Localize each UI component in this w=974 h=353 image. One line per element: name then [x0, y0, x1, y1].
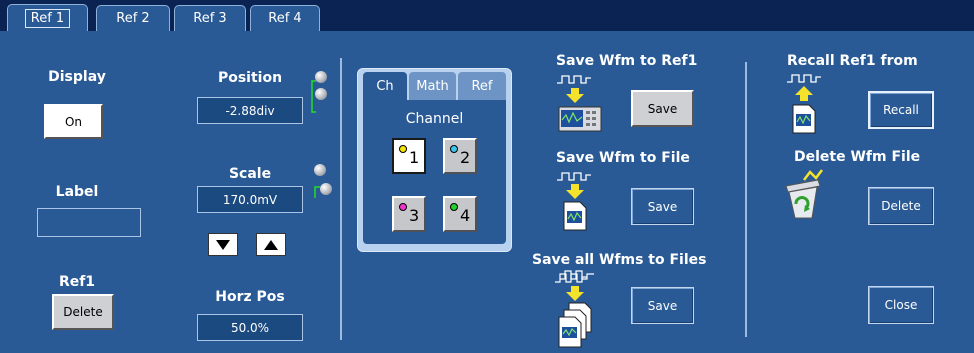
- knob-link-icon: [314, 186, 320, 198]
- channel-2-label: 2: [460, 148, 471, 167]
- multi-document-icon: [558, 302, 592, 348]
- waveform-icon: [557, 75, 591, 84]
- horz-pos-value[interactable]: 50.0%: [197, 314, 303, 341]
- tab-ref3[interactable]: Ref 3: [174, 5, 246, 31]
- divider: [745, 62, 747, 337]
- scale-value[interactable]: 170.0mV: [197, 186, 303, 213]
- channel-color-icon: [450, 145, 458, 153]
- oscilloscope-icon: [558, 106, 602, 132]
- down-arrow-icon: [566, 286, 584, 301]
- delete-file-button[interactable]: Delete: [868, 187, 934, 225]
- scale-down-button[interactable]: [208, 233, 238, 256]
- label-input[interactable]: [37, 208, 141, 237]
- ref1-delete-button[interactable]: Delete: [52, 294, 114, 330]
- tab-ref1[interactable]: Ref 1: [7, 4, 88, 31]
- channel-3-label: 3: [409, 206, 420, 225]
- save-all-title: Save all Wfms to Files: [532, 252, 707, 268]
- position-title: Position: [217, 70, 283, 86]
- tab-ref2-label: Ref 2: [116, 11, 150, 26]
- display-on-button[interactable]: On: [44, 104, 103, 139]
- horz-pos-title: Horz Pos: [215, 289, 285, 305]
- knob-link-icon: [311, 80, 316, 113]
- divider: [340, 58, 342, 340]
- tab-bar: Ref 1 Ref 2 Ref 3 Ref 4: [0, 0, 974, 31]
- save-ref-button[interactable]: Save: [631, 90, 694, 127]
- waveform-icon: [557, 172, 591, 181]
- tab-ref3-label: Ref 3: [193, 11, 227, 26]
- channel-3-button[interactable]: 3: [392, 196, 426, 232]
- label-title: Label: [55, 184, 99, 200]
- channel-1-label: 1: [409, 148, 420, 167]
- close-button[interactable]: Close: [868, 286, 934, 324]
- down-arrow-icon: [566, 88, 584, 103]
- tab-ref4[interactable]: Ref 4: [250, 5, 320, 31]
- tab-ch[interactable]: Ch: [363, 72, 407, 100]
- channel-heading: Channel: [405, 111, 464, 127]
- tab-ref[interactable]: Ref: [458, 72, 506, 100]
- waveform-icon: [555, 270, 594, 283]
- scale-up-button[interactable]: [256, 233, 286, 256]
- delete-file-title: Delete Wfm File: [794, 149, 921, 165]
- tab-math[interactable]: Math: [409, 72, 456, 100]
- document-icon: [563, 201, 587, 231]
- position-value[interactable]: -2.88div: [197, 97, 303, 124]
- save-file-title: Save Wfm to File: [556, 150, 690, 166]
- ref-control-window: Ref 1 Ref 2 Ref 3 Ref 4 Display On Label…: [0, 0, 974, 353]
- scale-title: Scale: [228, 166, 272, 182]
- scale-knob-icon[interactable]: [314, 164, 326, 176]
- channel-4-button[interactable]: 4: [443, 196, 477, 232]
- channel-color-icon: [399, 203, 407, 211]
- down-arrow-icon: [216, 239, 230, 250]
- down-arrow-icon: [566, 184, 584, 199]
- recall-title: Recall Ref1 from: [787, 53, 918, 69]
- save-file-button[interactable]: Save: [631, 188, 694, 225]
- save-all-button[interactable]: Save: [631, 287, 694, 324]
- tab-ref4-label: Ref 4: [268, 11, 302, 26]
- up-arrow-icon: [264, 239, 278, 250]
- channel-1-button[interactable]: 1: [392, 138, 426, 174]
- up-arrow-icon: [795, 86, 813, 101]
- channel-color-icon: [450, 203, 458, 211]
- document-icon: [792, 104, 816, 134]
- channel-4-label: 4: [460, 206, 471, 225]
- ref1-title: Ref1: [58, 274, 96, 290]
- tab-ref2[interactable]: Ref 2: [96, 5, 170, 31]
- save-ref-title: Save Wfm to Ref1: [556, 53, 698, 69]
- tab-ref1-label: Ref 1: [24, 8, 71, 28]
- recall-button[interactable]: Recall: [868, 91, 934, 129]
- recycle-bin-icon: [785, 169, 823, 219]
- display-title: Display: [48, 69, 106, 85]
- channel-color-icon: [399, 145, 407, 153]
- channel-2-button[interactable]: 2: [443, 138, 477, 174]
- waveform-icon: [787, 74, 821, 83]
- scale-knob-icon[interactable]: [320, 183, 332, 195]
